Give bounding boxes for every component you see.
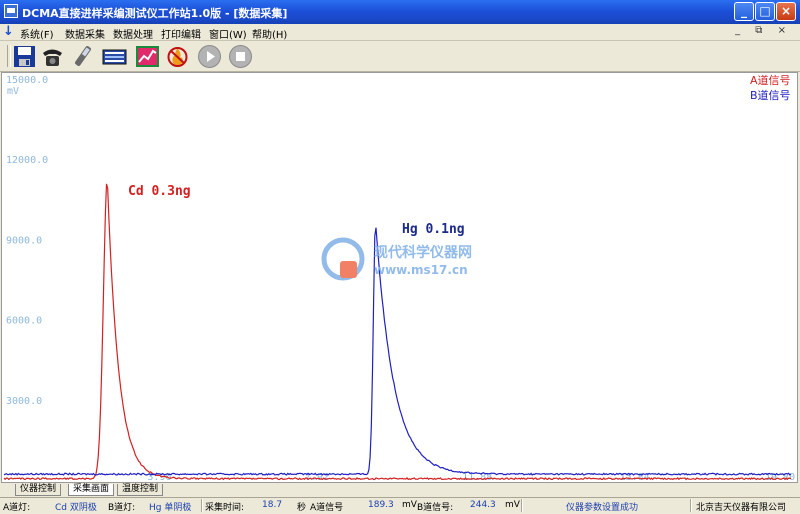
- play-icon[interactable]: [197, 44, 222, 69]
- close-button[interactable]: ×: [776, 2, 796, 21]
- b-signal-unit: mV: [505, 500, 520, 510]
- watermark: 现代科学仪器网 www.ms17.cn: [321, 237, 472, 281]
- watermark-line1: 现代科学仪器网: [374, 244, 472, 261]
- save-icon[interactable]: [12, 44, 37, 69]
- keyboard-icon[interactable]: [102, 44, 127, 69]
- series-line-a: [3, 183, 792, 481]
- menu-data-acquisition[interactable]: 数据采集: [65, 26, 105, 41]
- status-divider: [690, 499, 692, 512]
- b-signal-value: 244.3: [470, 500, 496, 510]
- status-divider: [521, 499, 523, 512]
- status-divider: [201, 499, 203, 512]
- peak-annotation-cd: Cd 0.3ng: [128, 184, 191, 199]
- tab-acquisition-view[interactable]: 采集画面: [68, 484, 115, 496]
- tab-temperature-control[interactable]: 温度控制: [117, 484, 164, 496]
- b-signal-label: B道信号:: [417, 503, 454, 513]
- toolbar: [0, 41, 800, 72]
- tab-instrument-control[interactable]: 仪器控制: [15, 484, 62, 496]
- a-signal-label: A道信号: [310, 503, 344, 513]
- menu-bar: ↓ 系统(F) 数据采集 数据处理 打印编辑 窗口(W) 帮助(H) _ ⧉ ×: [0, 24, 800, 41]
- a-signal-unit: mV: [402, 500, 417, 510]
- no-fire-icon[interactable]: [165, 44, 190, 69]
- b-lamp-label: B道灯:: [108, 503, 136, 513]
- status-bar: A道灯: Cd 双阴极 B道灯: Hg 单阴极 采集时间: 18.7 秒 A道信…: [0, 497, 800, 514]
- b-lamp-value: Hg 单阴极: [149, 503, 192, 513]
- status-message: 仪器参数设置成功: [566, 503, 639, 513]
- probe-icon[interactable]: [70, 44, 95, 69]
- y-unit-label: mV: [7, 86, 19, 97]
- a-lamp-label: A道灯:: [3, 503, 31, 513]
- menu-system[interactable]: 系统(F): [20, 26, 54, 41]
- title-bar[interactable]: DCMA直接进样采编测试仪工作站1.0版 - [数据采集] _ □ ×: [0, 0, 800, 24]
- bottom-tabs: 仪器控制 采集画面 温度控制: [0, 484, 800, 496]
- menu-window[interactable]: 窗口(W): [209, 26, 247, 41]
- stop-icon[interactable]: [228, 44, 253, 69]
- maximize-button[interactable]: □: [755, 2, 775, 21]
- watermark-line2: www.ms17.cn: [374, 263, 468, 277]
- time-label: 采集时间:: [205, 503, 245, 513]
- y-tick-label: 15000.0: [6, 75, 48, 86]
- menu-data-processing[interactable]: 数据处理: [113, 26, 153, 41]
- chart-icon[interactable]: [135, 44, 160, 69]
- minimize-button[interactable]: _: [734, 2, 754, 21]
- app-icon[interactable]: [4, 4, 18, 18]
- menu-help[interactable]: 帮助(H): [252, 26, 287, 41]
- signal-chart[interactable]: 15000.0 12000.0 9000.0 6000.0 3000.0 3.96 7.9…: [1, 72, 798, 483]
- company-name: 北京吉天仪器有限公司: [696, 503, 787, 513]
- time-unit: 秒: [297, 503, 307, 513]
- time-value: 18.7: [262, 500, 283, 510]
- telephone-icon[interactable]: [40, 44, 65, 69]
- y-tick-label: 6000.0: [6, 316, 42, 327]
- y-tick-label: 12000.0: [6, 155, 48, 166]
- mdi-window-controls[interactable]: _ ⧉ ×: [735, 25, 792, 36]
- peak-annotation-hg: Hg 0.1ng: [402, 222, 465, 237]
- legend-b-signal: B道信号: [750, 88, 791, 102]
- window-title: DCMA直接进样采编测试仪工作站1.0版 - [数据采集]: [22, 7, 288, 20]
- y-tick-label: 3000.0: [6, 396, 42, 407]
- legend-a-signal: A道信号: [750, 73, 791, 87]
- a-signal-value: 189.3: [368, 500, 394, 510]
- toolbar-separator: [7, 45, 11, 67]
- menu-print-edit[interactable]: 打印编辑: [161, 26, 201, 41]
- document-arrow-icon[interactable]: ↓: [3, 25, 16, 39]
- a-lamp-value: Cd 双阴极: [55, 503, 97, 513]
- y-tick-label: 9000.0: [6, 235, 42, 246]
- application-window: DCMA直接进样采编测试仪工作站1.0版 - [数据采集] _ □ × ↓ 系统…: [0, 0, 800, 514]
